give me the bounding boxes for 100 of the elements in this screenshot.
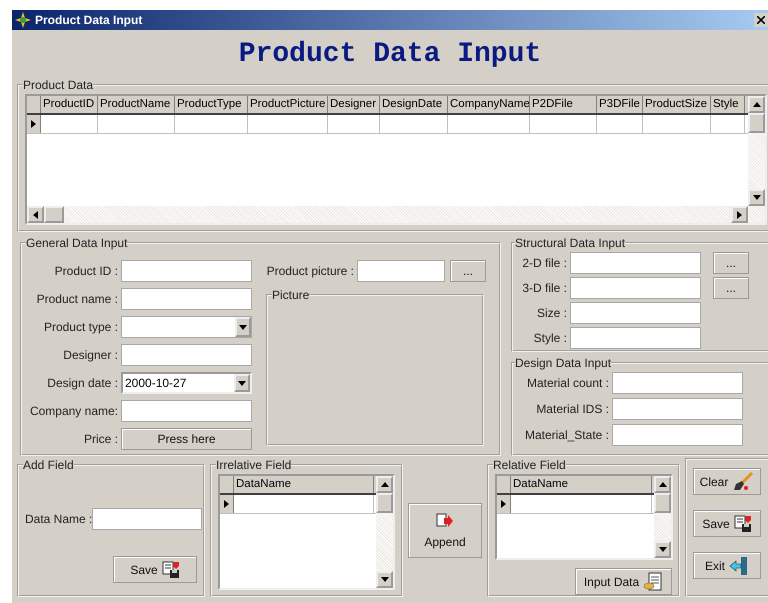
column-header[interactable]: DesignDate bbox=[380, 96, 448, 113]
save-button[interactable]: Save bbox=[693, 510, 761, 537]
scroll-button[interactable] bbox=[376, 571, 393, 588]
right-arrow-icon bbox=[224, 500, 229, 508]
field-label: Material count : bbox=[526, 376, 609, 390]
document-arrow-icon bbox=[436, 512, 454, 528]
text-field[interactable] bbox=[121, 288, 252, 310]
text-field[interactable] bbox=[121, 260, 252, 282]
down-arrow-icon bbox=[238, 380, 246, 386]
group-label: Design Data Input bbox=[515, 356, 612, 370]
right-arrow-icon bbox=[737, 210, 742, 218]
field-label: Designer : bbox=[62, 348, 118, 362]
column-header[interactable]: ProductSize bbox=[643, 96, 711, 113]
document-hand-icon bbox=[643, 572, 664, 592]
save-button[interactable]: Save bbox=[113, 556, 197, 583]
column-header[interactable]: ProductName bbox=[98, 96, 175, 113]
text-field[interactable] bbox=[570, 252, 701, 274]
up-arrow-icon bbox=[752, 102, 760, 107]
field-label: Product type : bbox=[42, 320, 118, 334]
dropdown-field[interactable] bbox=[121, 316, 252, 338]
column-header[interactable]: ProductPicture bbox=[248, 96, 328, 113]
browse-button[interactable]: ... bbox=[713, 252, 749, 274]
date-picker[interactable]: 2000-10-27 bbox=[121, 372, 252, 394]
text-field[interactable] bbox=[612, 424, 743, 446]
column-header[interactable]: Style bbox=[711, 96, 745, 113]
scrollbar-thumb[interactable] bbox=[376, 493, 393, 513]
column-header[interactable]: P3DFile bbox=[597, 96, 643, 113]
right-arrow-icon bbox=[501, 500, 506, 508]
scroll-button[interactable] bbox=[27, 206, 44, 223]
text-field[interactable] bbox=[570, 327, 701, 349]
down-arrow-icon bbox=[380, 577, 388, 582]
horizontal-scrollbar[interactable] bbox=[27, 206, 748, 223]
column-header[interactable]: ProductType bbox=[175, 96, 248, 113]
group-label: Picture bbox=[272, 288, 310, 302]
price-button[interactable]: Press here bbox=[121, 428, 252, 450]
door-icon bbox=[729, 556, 749, 576]
vertical-scrollbar[interactable] bbox=[376, 476, 393, 588]
browse-button[interactable]: ... bbox=[450, 260, 486, 282]
scrollbar-thumb[interactable] bbox=[654, 493, 671, 513]
data-grid[interactable]: DataName bbox=[218, 474, 395, 590]
field-label: Data Name : bbox=[25, 512, 89, 526]
column-header[interactable]: ProductID bbox=[41, 96, 98, 113]
scrollbar-thumb[interactable] bbox=[44, 206, 64, 223]
column-header[interactable]: Designer bbox=[328, 96, 380, 113]
down-arrow-icon bbox=[658, 547, 666, 552]
scrollbar-thumb[interactable] bbox=[748, 113, 765, 133]
group-label: Product Data bbox=[23, 78, 94, 92]
field-label: 3-D file : bbox=[521, 281, 567, 295]
field-label: Price : bbox=[82, 432, 118, 446]
group-label: Add Field bbox=[23, 458, 74, 472]
text-field[interactable] bbox=[357, 260, 445, 282]
field-label: Product ID : bbox=[54, 264, 118, 278]
brush-icon bbox=[732, 472, 754, 492]
text-field[interactable] bbox=[612, 372, 743, 394]
group-label: Structural Data Input bbox=[515, 236, 626, 250]
input-data-button[interactable]: Input Data bbox=[575, 568, 672, 595]
scroll-button[interactable] bbox=[654, 541, 671, 558]
field-label: Company name: bbox=[28, 404, 118, 418]
down-arrow-icon bbox=[239, 324, 247, 330]
scroll-button[interactable] bbox=[731, 206, 748, 223]
append-button[interactable]: Append bbox=[408, 503, 482, 558]
text-field[interactable] bbox=[121, 344, 252, 366]
scroll-button[interactable] bbox=[376, 476, 393, 493]
text-field[interactable] bbox=[612, 398, 743, 420]
group-label: Irrelative Field bbox=[216, 458, 292, 472]
data-grid[interactable]: DataName bbox=[495, 474, 673, 560]
left-arrow-icon bbox=[33, 210, 38, 218]
right-arrow-icon bbox=[31, 120, 36, 128]
text-field[interactable] bbox=[92, 508, 202, 530]
vertical-scrollbar[interactable] bbox=[654, 476, 671, 558]
text-field[interactable] bbox=[570, 277, 701, 299]
field-label: 2-D file : bbox=[521, 256, 567, 270]
app-icon bbox=[15, 12, 31, 28]
form-heading: Product Data Input bbox=[238, 38, 542, 70]
text-field[interactable] bbox=[570, 302, 701, 324]
column-header[interactable]: DataName bbox=[511, 476, 652, 493]
vertical-scrollbar[interactable] bbox=[748, 96, 765, 223]
text-field[interactable] bbox=[121, 400, 252, 422]
save-icon bbox=[734, 514, 752, 532]
column-header[interactable]: DataName bbox=[234, 476, 374, 493]
clear-button[interactable]: Clear bbox=[693, 468, 761, 495]
up-arrow-icon bbox=[380, 482, 388, 487]
up-arrow-icon bbox=[658, 482, 666, 487]
group-label: Relative Field bbox=[493, 458, 566, 472]
scroll-button[interactable] bbox=[748, 96, 765, 113]
scroll-button[interactable] bbox=[748, 189, 765, 206]
field-label: Design date : bbox=[46, 376, 118, 390]
field-label: Style : bbox=[532, 331, 567, 345]
exit-button[interactable]: Exit bbox=[693, 552, 761, 579]
column-header[interactable]: P2DFile bbox=[530, 96, 597, 113]
browse-button[interactable]: ... bbox=[713, 277, 749, 299]
window-title: Product Data Input bbox=[35, 13, 144, 27]
field-label: Material_State : bbox=[524, 428, 609, 442]
field-label: Size : bbox=[536, 306, 567, 320]
scroll-button[interactable] bbox=[654, 476, 671, 493]
field-label: Product name : bbox=[36, 292, 118, 306]
close-button[interactable] bbox=[754, 13, 768, 27]
down-arrow-icon bbox=[752, 195, 760, 200]
field-label: Product picture : bbox=[266, 264, 354, 278]
group-label: General Data Input bbox=[26, 236, 128, 250]
